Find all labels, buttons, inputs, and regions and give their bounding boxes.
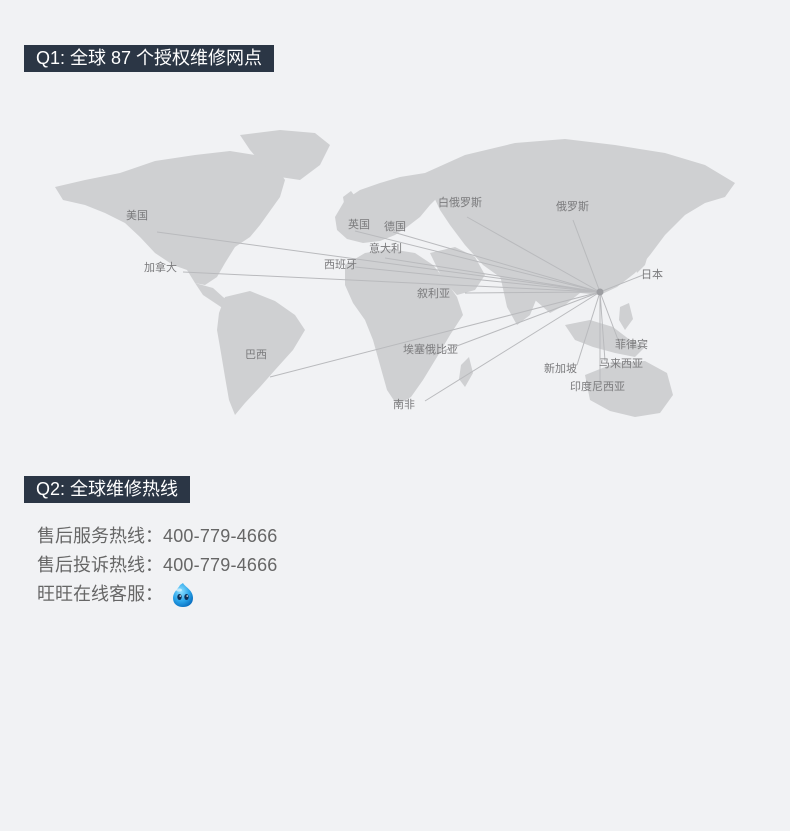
- city-label-syria: 叙利亚: [417, 286, 450, 300]
- city-label-germany: 德国: [384, 219, 406, 233]
- city-label-indonesia: 印度尼西亚: [570, 379, 625, 393]
- city-label-south-africa: 南非: [393, 398, 415, 411]
- section-title-hotlines: Q2: 全球维修热线: [24, 476, 191, 503]
- online-service-label: 旺旺在线客服：: [37, 584, 163, 604]
- service-hotline-label: 售后服务热线：: [37, 526, 163, 546]
- city-label-uk: 英国: [348, 217, 370, 231]
- city-label-japan: 日本: [641, 267, 663, 281]
- city-label-spain: 西班牙: [324, 258, 357, 271]
- city-label-brazil: 巴西: [245, 349, 267, 361]
- online-service-row: 旺旺在线客服：: [37, 580, 278, 609]
- city-label-belarus: 白俄罗斯: [438, 195, 482, 209]
- world-map: 美国 加拿大 英国 德国 意大利 西班牙 白俄罗斯 俄罗斯 日本 叙利亚 巴西 …: [55, 130, 735, 417]
- city-label-russia: 俄罗斯: [556, 200, 589, 213]
- city-label-philippines: 菲律宾: [615, 337, 648, 351]
- complaint-hotline-label: 售后投诉热线：: [37, 555, 163, 575]
- hotline-list: 售后服务热线： 400-779-4666 售后投诉热线： 400-779-466…: [37, 522, 278, 609]
- complaint-hotline-row: 售后投诉热线： 400-779-4666: [37, 551, 278, 580]
- hub-point-china: [596, 288, 604, 296]
- city-label-italy: 意大利: [369, 241, 402, 255]
- complaint-hotline-number[interactable]: 400-779-4666: [163, 551, 278, 580]
- city-label-canada: 加拿大: [144, 260, 177, 274]
- service-hotline-number[interactable]: 400-779-4666: [163, 522, 278, 551]
- city-label-usa: 美国: [126, 209, 148, 222]
- city-label-ethiopia: 埃塞俄比亚: [403, 342, 458, 356]
- section-title-repair-points: Q1: 全球 87 个授权维修网点: [24, 45, 275, 72]
- city-label-malaysia: 马来西亚: [599, 357, 643, 370]
- service-hotline-row: 售后服务热线： 400-779-4666: [37, 522, 278, 551]
- city-label-singapore: 新加坡: [544, 361, 577, 375]
- aliwangwang-icon[interactable]: [169, 581, 197, 609]
